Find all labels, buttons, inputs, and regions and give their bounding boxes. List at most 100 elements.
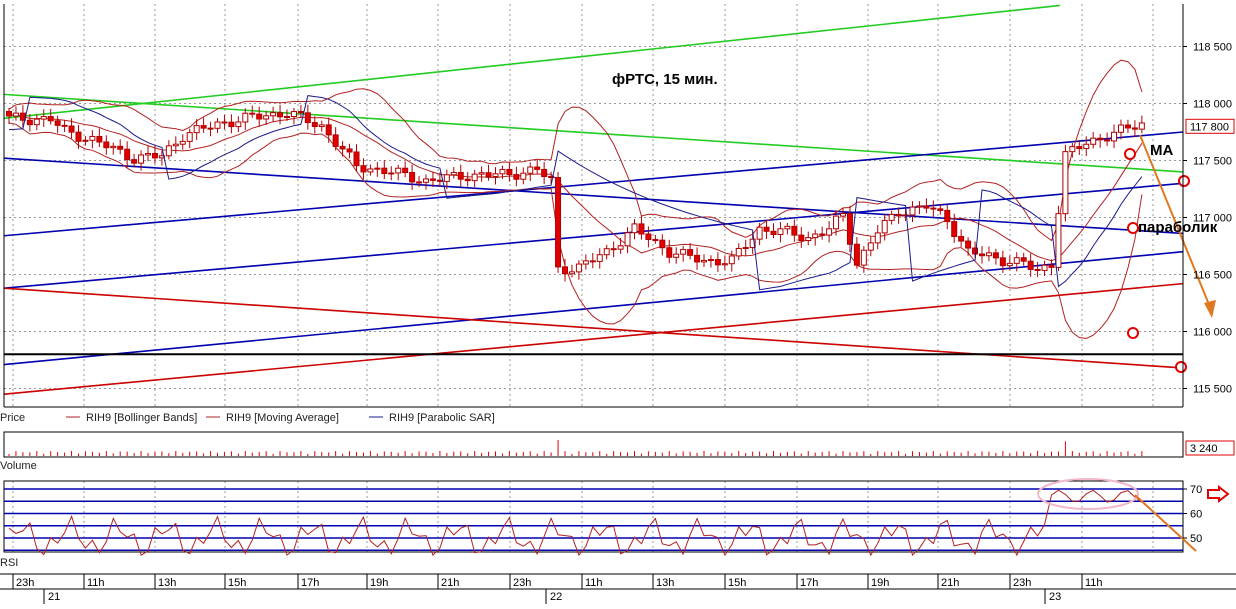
- candle-body-50: [353, 151, 360, 167]
- forecast-arrowhead: [1204, 300, 1216, 318]
- grid: [4, 4, 1183, 552]
- hour-label-0: 23h: [16, 577, 34, 589]
- candle-body-155: [1083, 143, 1090, 150]
- marker-circle-3: [1127, 327, 1139, 339]
- chart-title: фРТС, 15 мин.: [612, 71, 718, 88]
- candle-body-105: [735, 247, 742, 257]
- candle-body-32: [228, 121, 235, 128]
- rsi-panel: 70 60 50: [3, 478, 1230, 557]
- candle-body-122: [853, 243, 860, 266]
- candle-body-95: [666, 247, 673, 258]
- legend-item-1: RIH9 [Moving Average]: [226, 412, 339, 424]
- candle-body-56: [395, 167, 402, 174]
- candle-body-51: [360, 165, 367, 173]
- candle-body-144: [1006, 262, 1013, 267]
- candle-body-94: [659, 239, 666, 249]
- candle-body-119: [833, 215, 840, 230]
- candle-body-152: [1062, 151, 1069, 215]
- candle-body-157: [1097, 137, 1104, 141]
- candle-body-85: [596, 254, 603, 262]
- candle-body-80: [562, 266, 568, 275]
- candle-body-69: [485, 172, 492, 178]
- candle-body-37: [263, 115, 270, 120]
- marker-circle-4: [1175, 361, 1187, 373]
- candle-body-111: [777, 228, 784, 235]
- candle-body-82: [575, 263, 582, 273]
- parabolic-sar: [8, 95, 1143, 291]
- candle-body-19: [138, 154, 145, 164]
- candle-body-156: [1090, 137, 1097, 145]
- candle-body-114: [798, 234, 805, 242]
- candle-body-7: [54, 120, 61, 126]
- candle-body-72: [506, 168, 513, 176]
- candle-body-44: [311, 122, 318, 128]
- candle-body-118: [826, 228, 833, 236]
- candle-body-91: [638, 223, 645, 235]
- candle-body-163: [1138, 122, 1145, 130]
- volume-frame: [3, 431, 1184, 458]
- candle-body-65: [457, 171, 464, 180]
- candle-body-147: [1027, 260, 1034, 270]
- candle-body-18: [131, 159, 138, 164]
- rsi-tick-label-2: 50: [1190, 533, 1202, 545]
- candle-body-130: [909, 206, 916, 216]
- candle-body-58: [409, 172, 416, 183]
- candle-body-141: [985, 252, 992, 257]
- candle-body-149: [1041, 264, 1048, 271]
- candle-body-14: [103, 141, 110, 149]
- candle-body-68: [478, 172, 485, 175]
- marker-circle-2: [1127, 222, 1139, 234]
- candle-body-101: [707, 259, 714, 262]
- candle-body-73: [513, 174, 520, 180]
- sar-line: [8, 95, 1143, 291]
- candle-body-84: [589, 260, 596, 263]
- candle-body-110: [770, 230, 777, 235]
- price-tick-label-3: 117 000: [1193, 213, 1232, 225]
- rsi-tick-label-1: 60: [1190, 509, 1202, 521]
- candle-body-43: [304, 112, 311, 124]
- marker-circle-1: [1178, 175, 1190, 187]
- price-tick-label-5: 116 000: [1193, 327, 1232, 339]
- candle-body-11: [82, 139, 89, 142]
- candle-body-36: [256, 113, 263, 120]
- candle-body-61: [429, 178, 436, 181]
- bollinger-bands: [8, 59, 1143, 340]
- candle-body-54: [381, 167, 388, 175]
- rsi-line: [8, 489, 1143, 557]
- legend-item-2: RIH9 [Parabolic SAR]: [389, 412, 495, 424]
- candle-body-77: [541, 168, 548, 178]
- price-tick-label-0: 118 500: [1193, 42, 1232, 54]
- candle-body-104: [728, 255, 735, 265]
- candle-body-15: [110, 145, 117, 149]
- candle-body-8: [61, 124, 68, 127]
- label-ma: MA: [1150, 142, 1173, 159]
- candle-body-10: [75, 131, 82, 142]
- rsi-panel-label: RSI: [0, 557, 18, 569]
- candle-body-161: [1124, 124, 1131, 129]
- moving-average: [8, 114, 1143, 262]
- candle-body-132: [923, 205, 930, 209]
- axes: 118 500 118 000 117 500 117 000 116 500 116 0…: [3, 4, 1235, 424]
- candle-body-24: [172, 143, 179, 147]
- price-tick-label-6: 115 500: [1193, 384, 1232, 396]
- candle-body-16: [117, 145, 124, 150]
- hour-label-11: 17h: [800, 577, 818, 589]
- candle-body-31: [221, 121, 228, 124]
- candle-body-158: [1104, 139, 1111, 142]
- candle-body-47: [332, 134, 339, 147]
- candle-body-106: [742, 247, 749, 250]
- candle-body-39: [277, 112, 284, 118]
- candle-body-153: [1069, 146, 1076, 153]
- candle-body-143: [999, 257, 1006, 267]
- candle-body-102: [714, 259, 721, 266]
- candle-body-48: [339, 145, 346, 150]
- candle-body-88: [617, 245, 624, 250]
- candle-body-9: [68, 125, 75, 133]
- candle-body-60: [423, 178, 429, 183]
- candle-body-42: [297, 111, 304, 114]
- candle-body-89: [624, 232, 631, 247]
- candle-body-136: [951, 221, 958, 238]
- hour-label-15: 11h: [1085, 577, 1103, 589]
- candle-body-67: [471, 173, 478, 182]
- rsi-arrow: [1134, 494, 1197, 552]
